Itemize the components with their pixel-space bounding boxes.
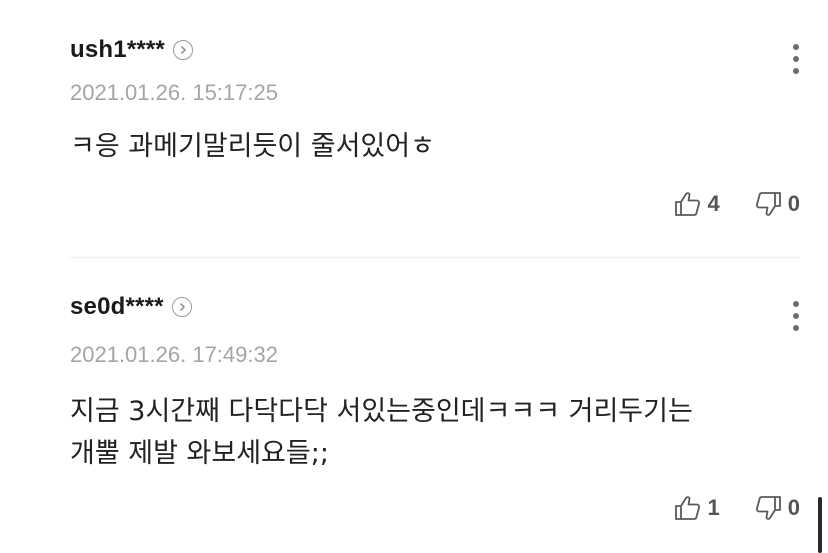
username[interactable]: ush1****	[70, 36, 165, 64]
comment-text: ㅋ응 과메기말리듯이 줄서있어ㅎ	[70, 131, 435, 162]
like-button[interactable]: 4	[674, 191, 720, 217]
dislike-button[interactable]: 0	[754, 191, 800, 217]
dislike-count: 0	[787, 191, 800, 216]
comment-text: 지금 3시간째 다닥다닥 서있는중인데ㅋㅋㅋ 거리두기는 개뿔 제발 와보세요들…	[70, 391, 693, 475]
like-count: 4	[707, 191, 720, 216]
comment-date: 2021.01.26. 17:49:32	[70, 342, 278, 367]
comment-item: ush1**** 2021.01.26. 15:17:25 ㅋ응 과메기말리듯이…	[70, 28, 800, 228]
comment-author[interactable]: ush1****	[70, 36, 193, 64]
username[interactable]: se0d****	[70, 293, 164, 321]
comment-text-line: 개뿔 제발 와보세요들;;	[70, 438, 329, 469]
thumbs-up-icon	[674, 496, 700, 520]
comment-header: ush1****	[70, 28, 800, 74]
chevron-right-circle-icon[interactable]	[172, 40, 193, 60]
more-vertical-icon[interactable]	[792, 44, 800, 74]
dislike-button[interactable]: 0	[754, 495, 800, 521]
like-button[interactable]: 1	[674, 495, 720, 521]
scrollbar[interactable]	[818, 497, 822, 553]
comment-actions: 1 0	[640, 495, 800, 521]
thumbs-up-icon	[674, 192, 700, 216]
like-count: 1	[707, 495, 720, 520]
thumbs-down-icon	[755, 496, 781, 520]
comment-header: se0d****	[70, 285, 800, 331]
more-vertical-icon[interactable]	[792, 301, 800, 331]
comment-text-line: 지금 3시간째 다닥다닥 서있는중인데ㅋㅋㅋ 거리두기는	[70, 396, 693, 427]
dislike-count: 0	[787, 495, 800, 520]
comment-item: se0d**** 2021.01.26. 17:49:32 지금 3시간째 다닥…	[70, 285, 800, 525]
comment-actions: 4 0	[640, 191, 800, 217]
thumbs-down-icon	[755, 192, 781, 216]
comment-date: 2021.01.26. 15:17:25	[70, 80, 278, 105]
comment-author[interactable]: se0d****	[70, 293, 192, 321]
comment-divider	[70, 257, 800, 258]
chevron-right-circle-icon[interactable]	[171, 297, 192, 317]
